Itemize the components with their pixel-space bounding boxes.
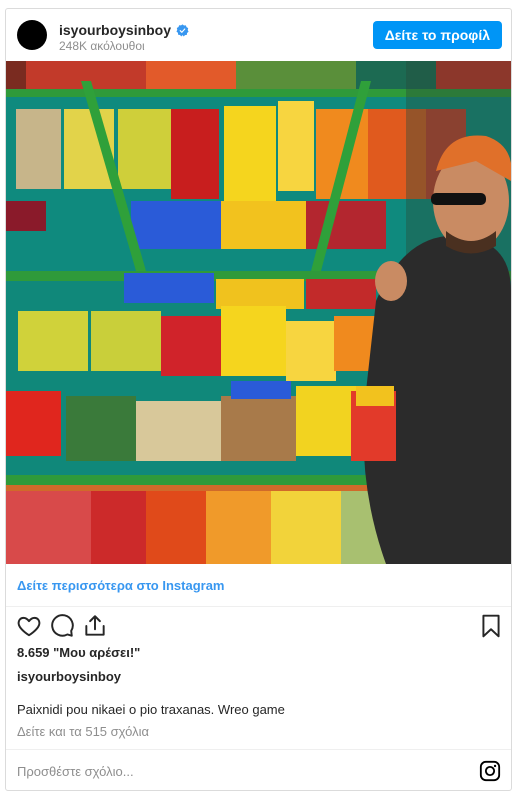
comment-input[interactable]: Προσθέστε σχόλιο... [17, 764, 134, 779]
share-icon[interactable] [82, 613, 108, 639]
view-more-on-instagram-link[interactable]: Δείτε περισσότερα στο Instagram [6, 564, 511, 607]
fruit-stand-photo [6, 61, 511, 564]
follower-count: 248K ακόλουθοι [59, 39, 145, 53]
heart-icon[interactable] [16, 613, 42, 639]
verified-badge-icon [176, 23, 189, 37]
instagram-embed-card: isyourboysinboy 248K ακόλουθοι Δείτε το … [5, 8, 512, 791]
username[interactable]: isyourboysinboy [59, 22, 171, 38]
post-header: isyourboysinboy 248K ακόλουθοι Δείτε το … [6, 9, 511, 61]
comment-icon[interactable] [49, 613, 75, 639]
post-image[interactable] [6, 61, 511, 564]
instagram-logo-icon[interactable] [479, 760, 501, 782]
post-author[interactable]: isyourboysinboy [17, 669, 121, 684]
bookmark-icon[interactable] [478, 613, 504, 639]
action-bar [6, 607, 511, 643]
comment-bar: Προσθέστε σχόλιο... [6, 749, 511, 790]
post-caption: Paixnidi pou nikaei o pio traxanas. Wreo… [17, 702, 285, 717]
view-comments-link[interactable]: Δείτε και τα 515 σχόλια [17, 724, 149, 739]
avatar[interactable] [17, 20, 47, 50]
like-count[interactable]: 8.659 "Μου αρέσει!" [17, 645, 140, 660]
username-row: isyourboysinboy [59, 22, 189, 38]
view-profile-button[interactable]: Δείτε το προφίλ [372, 21, 502, 49]
